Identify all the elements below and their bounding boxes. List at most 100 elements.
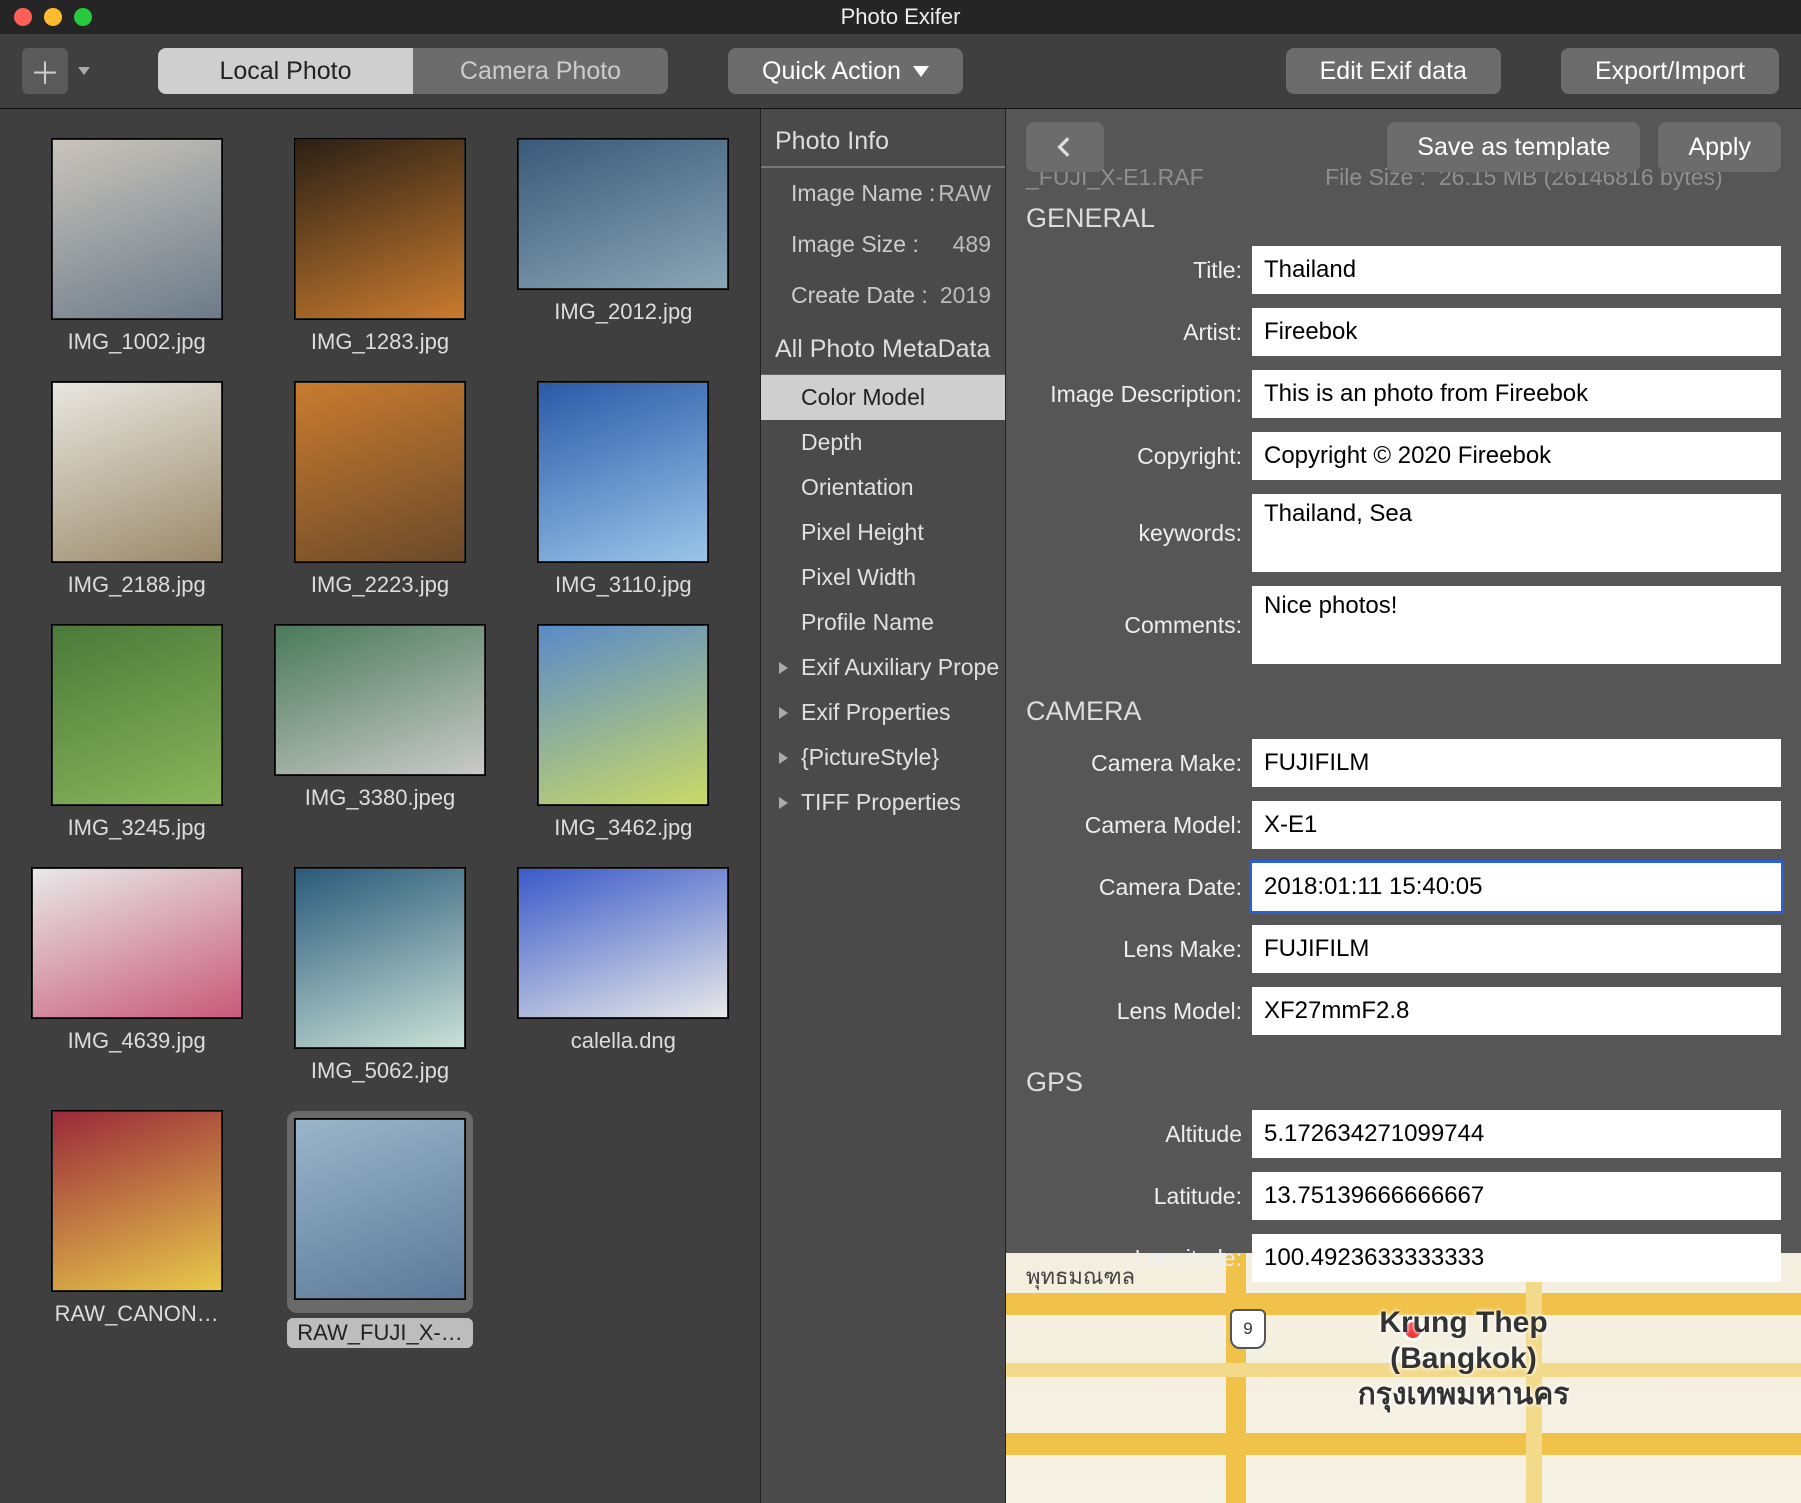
image-size-value: 489 [953,231,991,258]
camera-model-field[interactable] [1252,801,1781,849]
lens-make-field[interactable] [1252,925,1781,973]
thumbnail-caption: IMG_2223.jpg [311,572,449,598]
image-name-value: RAW [938,180,991,207]
title-field[interactable] [1252,246,1781,294]
keywords-field[interactable] [1252,494,1781,572]
quick-action-button[interactable]: Quick Action [728,48,963,94]
image-name-label: Image Name : [791,180,935,207]
comments-field[interactable] [1252,586,1781,664]
save-template-button[interactable]: Save as template [1387,122,1640,172]
lens-model-field[interactable] [1252,987,1781,1035]
thumbnail-image [295,139,465,319]
image-description-field[interactable] [1252,370,1781,418]
metadata-item[interactable]: Exif Properties [761,690,1005,735]
chevron-left-icon [1052,134,1078,160]
thumbnail-image [295,1119,465,1299]
thumbnail-caption: IMG_2188.jpg [68,572,206,598]
thumbnail-image [52,625,222,805]
tab-camera-photo[interactable]: Camera Photo [413,48,668,94]
thumbnail-caption: IMG_4639.jpg [68,1028,206,1054]
title-label: Title: [1026,257,1252,284]
altitude-label: Altitude [1026,1121,1252,1148]
editor-top-bar: Save as template Apply [1006,109,1801,185]
metadata-sidebar: Photo Info Image Name : RAW Image Size :… [760,109,1006,1503]
longitude-label: Longitude: [1026,1245,1252,1272]
thumbnail-grid[interactable]: IMG_1002.jpg IMG_1283.jpg IMG_2012.jpg IMG_… [0,109,760,1503]
exif-editor-panel: _FUJI_X-E1.RAF File Size : 26.15 MB (261… [1006,109,1801,1503]
metadata-item[interactable]: Exif Auxiliary Prope [761,645,1005,690]
apply-button[interactable]: Apply [1658,122,1781,172]
chevron-down-icon[interactable] [78,67,90,75]
altitude-field[interactable] [1252,1110,1781,1158]
metadata-item[interactable]: TIFF Properties [761,780,1005,825]
metadata-item[interactable]: Pixel Height [761,510,1005,555]
copyright-field[interactable] [1252,432,1781,480]
metadata-item[interactable]: Profile Name [761,600,1005,645]
thumbnail-image [52,382,222,562]
thumbnail-image [295,868,465,1048]
thumbnail-item[interactable]: IMG_1002.jpg [30,139,243,360]
thumbnail-item[interactable]: IMG_5062.jpg [273,868,486,1089]
metadata-item[interactable]: Depth [761,420,1005,465]
section-camera: CAMERA [1026,678,1781,739]
metadata-item[interactable]: Color Model [761,375,1005,420]
add-button[interactable]: ＋ [22,48,68,94]
tab-local-photo[interactable]: Local Photo [158,48,413,94]
camera-date-field[interactable] [1252,863,1781,911]
copyright-label: Copyright: [1026,443,1252,470]
photo-info-row: Image Size : 489 [761,219,1005,270]
metadata-item[interactable]: {PictureStyle} [761,735,1005,780]
thumbnail-image [295,382,465,562]
export-import-button[interactable]: Export/Import [1561,48,1779,94]
thumbnail-item[interactable]: calella.dng [517,868,730,1089]
thumbnail-caption: IMG_1283.jpg [311,329,449,355]
photo-info-header: Photo Info [761,109,1005,168]
toolbar: ＋ Local Photo Camera Photo Quick Action … [0,34,1801,109]
thumbnail-image [518,139,728,289]
thumbnail-item[interactable]: IMG_3110.jpg [517,382,730,603]
thumbnail-item[interactable]: IMG_1283.jpg [273,139,486,360]
thumbnail-item[interactable]: IMG_2188.jpg [30,382,243,603]
camera-date-label: Camera Date: [1026,874,1252,901]
thumbnail-caption: IMG_3462.jpg [554,815,692,841]
artist-label: Artist: [1026,319,1252,346]
quick-action-label: Quick Action [762,57,901,86]
thumbnail-caption: RAW_CANON… [55,1301,219,1327]
thumbnail-item[interactable]: IMG_3245.jpg [30,625,243,846]
camera-make-label: Camera Make: [1026,750,1252,777]
thumbnail-caption: IMG_3245.jpg [68,815,206,841]
thumbnail-image [275,625,485,775]
latitude-field[interactable] [1252,1172,1781,1220]
thumbnail-item[interactable]: IMG_3462.jpg [517,625,730,846]
thumbnail-item[interactable]: IMG_2012.jpg [517,139,730,360]
artist-field[interactable] [1252,308,1781,356]
thumbnail-image [518,868,728,1018]
thumbnail-image [32,868,242,1018]
metadata-item[interactable]: Orientation [761,465,1005,510]
thumbnail-item[interactable]: RAW_CANON… [30,1111,243,1353]
camera-model-label: Camera Model: [1026,812,1252,839]
thumbnail-item[interactable]: IMG_2223.jpg [273,382,486,603]
thumbnail-item[interactable]: IMG_3380.jpeg [273,625,486,846]
thumbnail-caption: IMG_5062.jpg [311,1058,449,1084]
thumbnail-item[interactable]: IMG_4639.jpg [30,868,243,1089]
thumbnail-item[interactable]: RAW_FUJI_X-… [273,1111,486,1353]
lens-model-label: Lens Model: [1026,998,1252,1025]
metadata-item[interactable]: Pixel Width [761,555,1005,600]
longitude-field[interactable] [1252,1234,1781,1282]
section-gps: GPS [1026,1049,1781,1110]
thumbnail-image [538,382,708,562]
thumbnail-caption: IMG_3380.jpeg [305,785,455,811]
back-button[interactable] [1026,122,1104,172]
titlebar: Photo Exifer [0,0,1801,34]
thumbnail-image [538,625,708,805]
keywords-label: keywords: [1026,520,1252,547]
thumbnail-caption: calella.dng [571,1028,676,1054]
chevron-down-icon [913,66,929,77]
photo-info-row: Image Name : RAW [761,168,1005,219]
thumbnail-caption: IMG_3110.jpg [555,572,692,598]
comments-label: Comments: [1026,612,1252,639]
edit-exif-button[interactable]: Edit Exif data [1286,48,1501,94]
editor-form: GENERAL Title: Artist: Image Description… [1006,185,1801,1296]
camera-make-field[interactable] [1252,739,1781,787]
